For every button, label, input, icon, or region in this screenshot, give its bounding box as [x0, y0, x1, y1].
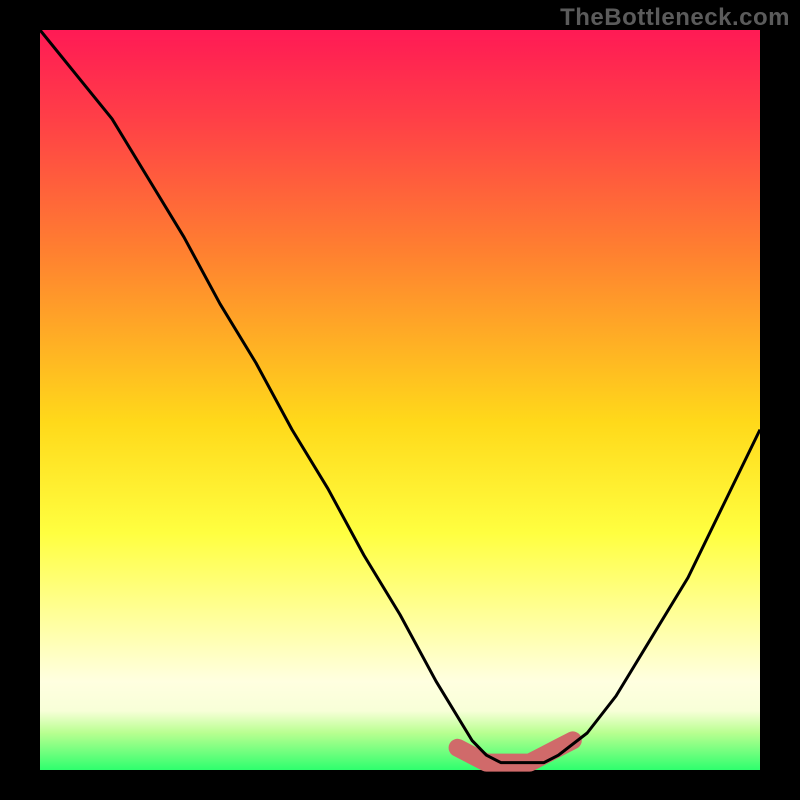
- chart-svg: [40, 30, 760, 770]
- chart-plot-area: [40, 30, 760, 770]
- main-curve-path: [40, 30, 760, 763]
- watermark-text: TheBottleneck.com: [560, 4, 790, 32]
